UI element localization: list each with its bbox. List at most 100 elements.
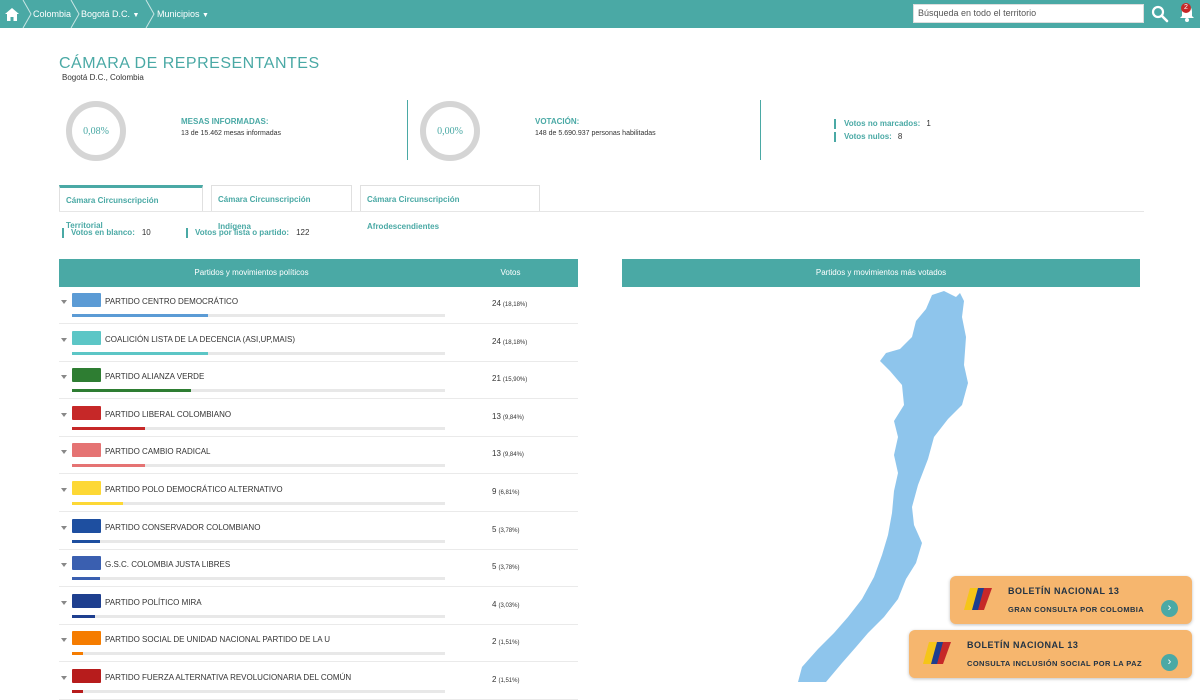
table-row[interactable]: PARTIDO CONSERVADOR COLOMBIANO 5 (3,78%) <box>59 513 578 550</box>
votes-percent: (3,03%) <box>498 602 520 609</box>
tab-afrodescendientes[interactable]: Cámara Circunscripción Afrodescendientes <box>360 185 540 231</box>
expand-caret-icon[interactable] <box>61 375 67 380</box>
lista-value: 122 <box>296 228 310 237</box>
table-row[interactable]: PARTIDO ALIANZA VERDE 21 (15,90%) <box>59 362 578 400</box>
tab-indigena[interactable]: Cámara Circunscripción Indígena <box>211 185 352 231</box>
boletin-subtitle: GRAN CONSULTA POR COLOMBIA <box>1008 605 1145 614</box>
votes-count: 5 <box>492 524 497 534</box>
party-votes: 21 (15,90%) <box>492 374 527 383</box>
party-votes: 9 (6,81%) <box>492 487 519 496</box>
votes-percent: (1,51%) <box>498 640 520 647</box>
expand-caret-icon[interactable] <box>61 337 67 342</box>
search-icon[interactable] <box>1151 5 1169 23</box>
votes-percent: (15,90%) <box>502 377 528 384</box>
vote-share-bar <box>72 539 445 543</box>
party-name: PARTIDO POLO DEMOCRÁTICO ALTERNATIVO <box>105 485 283 494</box>
expand-caret-icon[interactable] <box>61 525 67 530</box>
vote-share-fill <box>72 389 191 393</box>
votes-count: 24 <box>492 299 501 308</box>
table-row[interactable]: COALICIÓN LISTA DE LA DECENCIA (ASI,UP,M… <box>59 325 578 362</box>
party-votes: 13 (9,84%) <box>492 449 524 458</box>
expand-caret-icon[interactable] <box>61 300 67 304</box>
table-row[interactable]: PARTIDO POLO DEMOCRÁTICO ALTERNATIVO 9 (6,… <box>59 475 578 512</box>
vote-share-fill <box>72 690 83 693</box>
expand-caret-icon[interactable] <box>61 638 67 643</box>
divider <box>760 100 761 160</box>
column-header-votes: Votos <box>443 259 578 287</box>
home-icon[interactable] <box>0 0 24 28</box>
vote-share-bar <box>72 652 445 656</box>
table-row[interactable]: PARTIDO CAMBIO RADICAL 13 (9,84%) <box>59 437 578 475</box>
breadcrumb-separator-icon <box>145 0 155 28</box>
boletin-title: BOLETÍN NACIONAL 13 <box>967 640 1079 650</box>
party-votes: 2 (1,51%) <box>492 637 519 646</box>
party-name: PARTIDO POLÍTICO MIRA <box>105 597 202 607</box>
expand-caret-icon[interactable] <box>61 488 67 492</box>
notification-badge: 2 <box>1181 3 1191 13</box>
expand-caret-icon[interactable] <box>61 412 67 417</box>
table-row[interactable]: PARTIDO POLÍTICO MIRA 4 (3,03%) <box>59 588 578 625</box>
table-row[interactable]: PARTIDO CENTRO DEMOCRÁTICO 24 (18,18%) <box>59 287 578 324</box>
mesas-percent: 0,08% <box>83 125 109 137</box>
boletin-title: BOLETÍN NACIONAL 13 <box>1008 586 1120 596</box>
caret-down-icon: ▼ <box>132 12 140 19</box>
column-header-party: Partidos y movimientos políticos <box>59 259 444 287</box>
party-votes: 13 (9,84%) <box>492 412 524 421</box>
table-row[interactable]: PARTIDO SOCIAL DE UNIDAD NACIONAL PARTID… <box>59 625 578 663</box>
boletin-flag-logo <box>923 642 951 664</box>
vote-share-bar <box>72 426 445 430</box>
boletin-subtitle: CONSULTA INCLUSIÓN SOCIAL POR LA PAZ <box>967 659 1142 668</box>
search-input[interactable]: Búsqueda en todo el territorio <box>913 4 1144 23</box>
chevron-right-icon[interactable]: › <box>1161 600 1178 617</box>
lista-label: Votos por lista o partido: <box>195 228 290 237</box>
party-logo <box>72 293 101 307</box>
votes-count: 13 <box>492 449 501 459</box>
vote-share-fill <box>72 351 208 355</box>
party-logo <box>72 481 101 495</box>
votos-por-lista: Votos por lista o partido: 122 <box>186 228 309 238</box>
breadcrumb-separator-icon <box>22 0 32 28</box>
expand-caret-icon[interactable] <box>61 600 67 605</box>
breadcrumb-colombia[interactable]: Colombia <box>33 0 71 28</box>
vote-share-bar <box>72 389 445 393</box>
votacion-progress-ring: 0,00% <box>420 101 480 161</box>
boletin-card[interactable]: BOLETÍN NACIONAL 13 GRAN CONSULTA POR CO… <box>950 576 1192 624</box>
no-marcados-value: 1 <box>926 119 931 128</box>
boletin-card[interactable]: BOLETÍN NACIONAL 13 CONSULTA INCLUSIÓN S… <box>909 630 1192 678</box>
votos-en-blanco: Votos en blanco: 10 <box>62 228 151 238</box>
vote-share-bar <box>72 690 445 693</box>
expand-caret-icon[interactable] <box>61 450 67 455</box>
votes-percent: (3,78%) <box>498 527 520 534</box>
vote-share-fill <box>72 614 95 618</box>
votes-count: 9 <box>492 487 497 496</box>
breadcrumb-bogota[interactable]: Bogotá D.C. ▼ <box>81 0 139 28</box>
expand-caret-icon[interactable] <box>61 563 67 568</box>
nulos-label: Votos nulos: <box>844 132 892 141</box>
vote-share-fill <box>72 502 123 505</box>
vote-share-bar <box>72 577 445 581</box>
table-row[interactable]: PARTIDO LIBERAL COLOMBIANO 13 (9,84%) <box>59 400 578 437</box>
party-logo <box>72 368 101 383</box>
party-logo <box>72 405 101 420</box>
votes-count: 21 <box>492 374 501 384</box>
breadcrumb-municipios[interactable]: Municipios ▼ <box>157 0 209 28</box>
vote-share-fill <box>72 314 208 317</box>
party-name: PARTIDO CENTRO DEMOCRÁTICO <box>105 297 239 306</box>
party-logo <box>72 631 101 646</box>
party-votes: 24 (18,18%) <box>492 337 527 346</box>
party-name: COALICIÓN LISTA DE LA DECENCIA (ASI,UP,M… <box>105 334 295 344</box>
vote-share-fill <box>72 577 100 581</box>
party-name: PARTIDO FUERZA ALTERNATIVA REVOLUCIONARI… <box>105 673 352 682</box>
tab-territorial[interactable]: Cámara Circunscripción Territorial <box>59 185 203 230</box>
chevron-right-icon[interactable]: › <box>1161 654 1178 671</box>
breadcrumb-separator-icon <box>70 0 80 28</box>
table-row[interactable]: G.S.C. COLOMBIA JUSTA LIBRES 5 (3,78%) <box>59 550 578 588</box>
expand-caret-icon[interactable] <box>61 676 67 680</box>
blanco-value: 10 <box>141 228 151 237</box>
votes-count: 24 <box>492 336 501 346</box>
party-votes: 2 (1,51%) <box>492 675 519 684</box>
votes-count: 13 <box>492 411 501 421</box>
votes-percent: (9,84%) <box>502 452 524 459</box>
party-logo <box>72 330 101 345</box>
party-name: PARTIDO LIBERAL COLOMBIANO <box>105 409 232 419</box>
